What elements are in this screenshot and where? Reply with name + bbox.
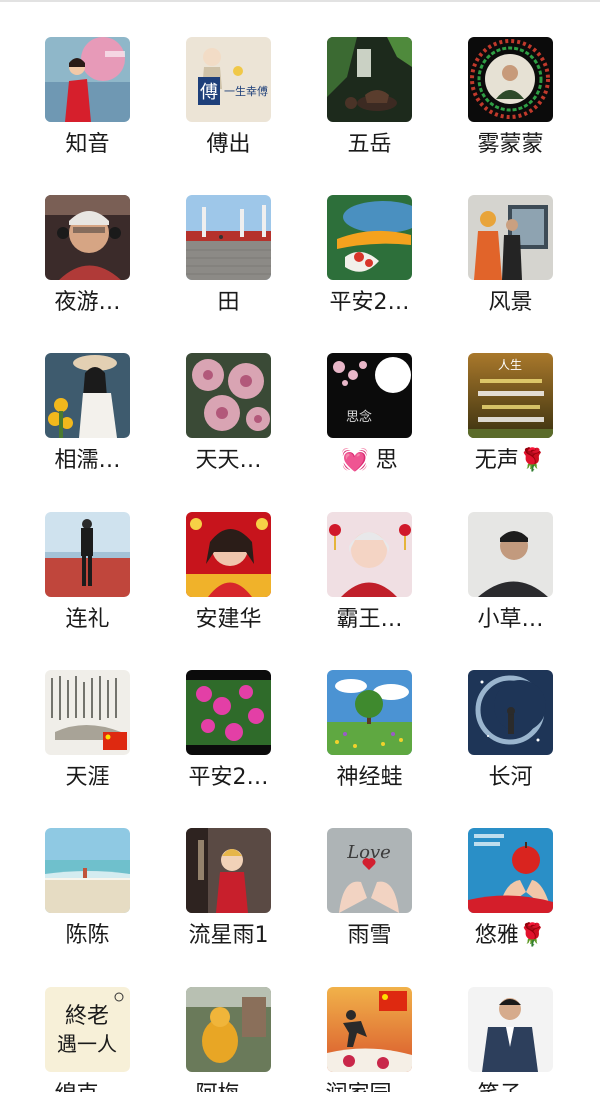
avatar [45,195,130,280]
svg-text:一生幸傅: 一生幸傅 [224,84,268,98]
avatar [186,353,271,438]
member-item[interactable]: 終老 遇一人 绵克… [17,950,158,1107]
member-name: 神经蛙 [336,765,403,790]
avatar [327,670,412,755]
svg-text:遇一人: 遇一人 [57,1032,117,1056]
member-name: 相濡… [54,448,121,473]
member-name: 小草… [477,607,544,632]
member-item[interactable]: 笑子… [440,950,581,1107]
member-item[interactable]: 小草… [440,475,581,632]
avatar [468,987,553,1072]
avatar [327,195,412,280]
member-name: 天涯 [65,765,110,790]
member-name: 💓 思 [341,448,398,473]
avatar [327,987,412,1072]
avatar [327,37,412,122]
member-name: 长河 [488,765,533,790]
member-item[interactable]: 长河 [440,633,581,790]
member-item[interactable]: 傅 一生幸傅 傅出 [158,0,299,157]
svg-text:人生: 人生 [498,358,522,372]
member-item[interactable]: 人生 无声🌹 [440,316,581,473]
avatar: 終老 遇一人 [45,987,130,1072]
member-item[interactable]: 天天… [158,316,299,473]
member-grid: 知音 傅 一生幸傅 傅出 五岳 雾蒙蒙 夜游… 田 平安2… 风景 相濡… 天天… [0,0,600,1109]
member-item[interactable]: 知音 [17,0,158,157]
avatar [186,670,271,755]
avatar [468,195,553,280]
member-item[interactable]: 神经蛙 [299,633,440,790]
avatar: 傅 一生幸傅 [186,37,271,122]
member-item[interactable]: 风景 [440,158,581,315]
member-item[interactable]: 五岳 [299,0,440,157]
member-item[interactable]: Love 雨雪 [299,791,440,948]
member-item[interactable]: 霸王… [299,475,440,632]
avatar: 思念 [327,353,412,438]
member-item[interactable]: 安建华 [158,475,299,632]
member-item[interactable]: 悠雅🌹 [440,791,581,948]
avatar [45,512,130,597]
member-name: 陈陈 [65,923,110,948]
avatar [186,828,271,913]
member-item[interactable]: 夜游… [17,158,158,315]
member-item[interactable]: 雾蒙蒙 [440,0,581,157]
member-name: 无声🌹 [474,448,547,473]
svg-text:傅: 傅 [200,82,218,103]
member-name: 雾蒙蒙 [477,132,544,157]
member-item[interactable]: 平安2… [158,633,299,790]
member-item[interactable]: 天涯 [17,633,158,790]
avatar [468,670,553,755]
member-name: 田 [217,290,240,315]
member-item[interactable]: 阿梅… [158,950,299,1107]
member-name: 五岳 [347,132,392,157]
member-name: 平安2… [188,765,269,790]
avatar [45,37,130,122]
member-name: 傅出 [206,132,251,157]
member-name: 连礼 [65,607,110,632]
avatar [327,512,412,597]
member-name: 安建华 [195,607,262,632]
avatar [45,670,130,755]
member-name: 夜游… [54,290,121,315]
member-item[interactable]: 陈陈 [17,791,158,948]
member-name: 风景 [488,290,533,315]
member-name: 流星雨1 [188,923,269,948]
svg-text:終老: 終老 [65,1004,109,1029]
member-item[interactable]: 连礼 [17,475,158,632]
member-item[interactable]: 流星雨1 [158,791,299,948]
bottom-edge [0,1092,600,1109]
avatar [45,353,130,438]
avatar [468,37,553,122]
member-name: 霸王… [336,607,403,632]
member-item[interactable]: 田 [158,158,299,315]
member-item[interactable]: 相濡… [17,316,158,473]
member-item[interactable]: 润家园… [299,950,440,1107]
member-name: 悠雅🌹 [474,923,547,948]
member-name: 知音 [65,132,110,157]
avatar: Love [327,828,412,913]
member-name: 平安2… [329,290,410,315]
avatar: 人生 [468,353,553,438]
member-name: 天天… [195,448,262,473]
avatar [186,512,271,597]
avatar [186,987,271,1072]
member-item[interactable]: 思念 💓 思 [299,316,440,473]
avatar [468,828,553,913]
member-name: 雨雪 [347,923,392,948]
avatar [186,195,271,280]
avatar [45,828,130,913]
avatar [468,512,553,597]
svg-text:思念: 思念 [346,409,372,425]
member-item[interactable]: 平安2… [299,158,440,315]
